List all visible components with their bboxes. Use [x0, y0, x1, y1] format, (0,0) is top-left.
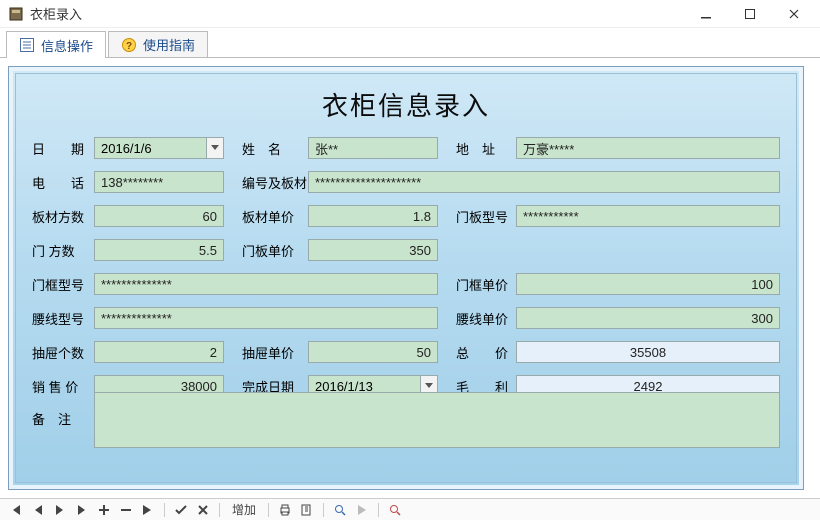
export-button[interactable]	[297, 501, 317, 519]
label-date: 日 期	[32, 139, 94, 158]
label-addr: 地 址	[456, 139, 516, 158]
door-model-field[interactable]: ***********	[516, 205, 780, 227]
title-bar: 衣柜录入	[0, 0, 820, 28]
addr-field[interactable]: 万豪*****	[516, 137, 780, 159]
label-frame-model: 门框型号	[32, 275, 94, 294]
label-frame-price: 门框单价	[456, 275, 516, 294]
app-icon	[8, 6, 24, 22]
tab-label: 使用指南	[143, 35, 195, 54]
waist-model-field[interactable]: **************	[94, 307, 438, 329]
add-record-button[interactable]	[94, 501, 114, 519]
content-area: 衣柜信息录入 日 期 2016/1/6 姓 名 张** 地 址 万豪***** …	[0, 58, 820, 498]
label-door-price: 门板单价	[242, 241, 308, 260]
board-price-field[interactable]: 1.8	[308, 205, 438, 227]
nav-toolbar: 增加	[0, 498, 820, 520]
label-board-price: 板材单价	[242, 207, 308, 226]
window-title: 衣柜录入	[30, 4, 82, 23]
last-record-button[interactable]	[72, 501, 92, 519]
label-drawer-count: 抽屉个数	[32, 343, 94, 362]
name-field[interactable]: 张**	[308, 137, 438, 159]
code-material-field[interactable]: *********************	[308, 171, 780, 193]
label-waist-model: 腰线型号	[32, 309, 94, 328]
confirm-button[interactable]	[171, 501, 191, 519]
zoom-button[interactable]	[330, 501, 350, 519]
chevron-down-icon[interactable]	[206, 137, 224, 159]
add-button[interactable]: 增加	[226, 501, 262, 519]
preview-button[interactable]	[385, 501, 405, 519]
tab-bar: 信息操作 ? 使用指南	[0, 28, 820, 58]
tab-guide[interactable]: ? 使用指南	[108, 31, 208, 57]
label-name: 姓 名	[242, 139, 308, 158]
date-field[interactable]: 2016/1/6	[94, 137, 224, 159]
label-door-qty: 门 方数	[32, 241, 94, 260]
drawer-price-field[interactable]: 50	[308, 341, 438, 363]
label-total: 总 价	[456, 343, 516, 362]
maximize-button[interactable]	[728, 0, 772, 28]
label-phone: 电 话	[32, 173, 94, 192]
form-title: 衣柜信息录入	[32, 86, 780, 123]
edit-record-button[interactable]	[138, 501, 158, 519]
total-field: 35508	[516, 341, 780, 363]
cancel-button[interactable]	[193, 501, 213, 519]
print-button[interactable]	[275, 501, 295, 519]
run-button[interactable]	[352, 501, 372, 519]
waist-price-field[interactable]: 300	[516, 307, 780, 329]
form-grid: 日 期 2016/1/6 姓 名 张** 地 址 万豪***** 电 话 138…	[32, 135, 780, 433]
frame-model-field[interactable]: **************	[94, 273, 438, 295]
label-drawer-price: 抽屉单价	[242, 343, 308, 362]
inner-frame: 衣柜信息录入 日 期 2016/1/6 姓 名 张** 地 址 万豪***** …	[8, 66, 804, 490]
label-sale-price: 销 售 价	[32, 377, 94, 396]
tab-label: 信息操作	[41, 36, 93, 55]
delete-record-button[interactable]	[116, 501, 136, 519]
close-button[interactable]	[772, 0, 816, 28]
label-remarks: 备 注	[32, 407, 94, 428]
drawer-count-field[interactable]: 2	[94, 341, 224, 363]
door-price-field[interactable]: 350	[308, 239, 438, 261]
list-icon	[19, 37, 35, 53]
door-qty-field[interactable]: 5.5	[94, 239, 224, 261]
svg-text:?: ?	[126, 41, 132, 52]
label-waist-price: 腰线单价	[456, 309, 516, 328]
first-record-button[interactable]	[6, 501, 26, 519]
prev-record-button[interactable]	[28, 501, 48, 519]
date-value: 2016/1/6	[94, 137, 206, 159]
tab-info[interactable]: 信息操作	[6, 31, 106, 58]
next-record-button[interactable]	[50, 501, 70, 519]
frame-price-field[interactable]: 100	[516, 273, 780, 295]
help-icon: ?	[121, 37, 137, 53]
label-code-material: 编号及板材	[242, 173, 308, 192]
remarks-field[interactable]	[94, 392, 780, 448]
minimize-button[interactable]	[684, 0, 728, 28]
label-door-model: 门板型号	[456, 207, 516, 226]
board-qty-field[interactable]: 60	[94, 205, 224, 227]
form-panel: 衣柜信息录入 日 期 2016/1/6 姓 名 张** 地 址 万豪***** …	[15, 73, 797, 483]
label-board-qty: 板材方数	[32, 207, 94, 226]
phone-field[interactable]: 138********	[94, 171, 224, 193]
